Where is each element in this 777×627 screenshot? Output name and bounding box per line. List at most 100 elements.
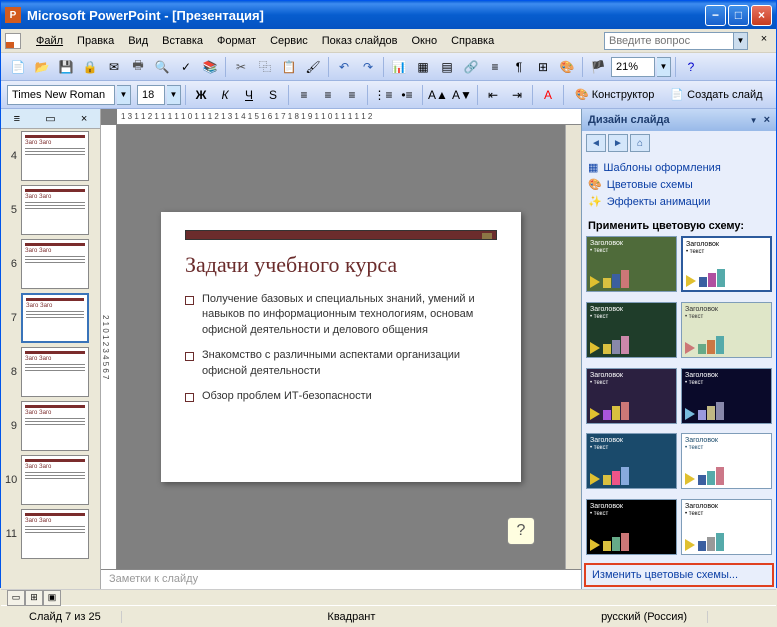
show-grid-button[interactable]: ⊞ [532,56,554,78]
color-scheme-item[interactable]: Заголовок • текст [586,236,677,292]
color-button[interactable]: 🎨 [556,56,578,78]
bullets-button[interactable]: •≡ [396,84,418,106]
align-right-button[interactable]: ≡ [341,84,363,106]
slide-bullet[interactable]: Знакомство с различными аспектами органи… [185,348,497,379]
insert-chart-button[interactable]: 📊 [388,56,410,78]
bold-button[interactable]: Ж [190,84,212,106]
thumbnail-row[interactable]: 6 Заго Заго [1,237,100,291]
help-bubble[interactable]: ? [507,517,535,545]
menu-slideshow[interactable]: Показ слайдов [315,32,405,50]
align-left-button[interactable]: ≡ [293,84,315,106]
link-color-schemes[interactable]: 🎨Цветовые схемы [588,176,770,193]
menu-format[interactable]: Формат [210,32,263,50]
increase-indent-button[interactable]: ⇥ [506,84,528,106]
color-scheme-item[interactable]: Заголовок • текст [681,499,772,555]
thumbnail[interactable]: Заго Заго [21,509,89,559]
italic-button[interactable]: К [214,84,236,106]
menu-window[interactable]: Окно [405,32,445,50]
color-scheme-item[interactable]: Заголовок • текст [586,499,677,555]
zoom-combo[interactable]: 21% [611,57,655,77]
maximize-button[interactable]: □ [728,5,749,26]
new-slide-button[interactable]: 📄 Создать слайд [663,84,769,106]
permission-button[interactable]: 🔒 [79,56,101,78]
flag-button[interactable]: 🏴 [587,56,609,78]
doc-close-button[interactable]: × [756,33,772,49]
designer-button[interactable]: 🎨 Конструктор [568,84,661,106]
research-button[interactable]: 📚 [199,56,221,78]
decrease-font-button[interactable]: A▼ [451,84,473,106]
save-button[interactable]: 💾 [55,56,77,78]
spelling-button[interactable]: ✓ [175,56,197,78]
thumbnail[interactable]: Заго Заго [21,185,89,235]
taskpane-close-icon[interactable]: × [764,114,770,126]
current-slide[interactable]: Задачи учебного курса Получение базовых … [161,212,521,482]
thumbnail-row[interactable]: 9 Заго Заго [1,399,100,453]
color-scheme-item[interactable]: Заголовок • текст [681,433,772,489]
notes-pane[interactable]: Заметки к слайду [101,569,581,589]
font-size-dropdown-icon[interactable]: ▼ [167,85,181,105]
show-formatting-button[interactable]: ¶ [508,56,530,78]
help-search-input[interactable] [604,32,734,50]
help-dropdown-icon[interactable]: ▼ [734,32,748,50]
nav-back-icon[interactable]: ◄ [586,134,606,152]
shadow-button[interactable]: S [262,84,284,106]
close-tabs-icon[interactable]: × [81,113,87,125]
color-scheme-item[interactable]: Заголовок • текст [681,302,772,358]
slideshow-view-button[interactable]: ▣ [43,590,61,606]
font-combo[interactable]: Times New Roman [7,85,115,105]
menu-help[interactable]: Справка [444,32,501,50]
thumbnail-row[interactable]: 7 Заго Заго [1,291,100,345]
thumbnail[interactable]: Заго Заго [21,347,89,397]
thumbnail-row[interactable]: 8 Заго Заго [1,345,100,399]
insert-table-button[interactable]: ▦ [412,56,434,78]
format-painter-button[interactable]: 🖌 [302,56,324,78]
outline-tab-icon[interactable]: ≡ [14,113,20,125]
thumbnail[interactable]: Заго Заго [21,401,89,451]
color-scheme-item[interactable]: Заголовок • текст [681,236,772,292]
close-button[interactable]: × [751,5,772,26]
edit-color-schemes-link[interactable]: Изменить цветовые схемы... [584,563,774,587]
thumbnail-row[interactable]: 4 Заго Заго [1,129,100,183]
expand-all-button[interactable]: ≡ [484,56,506,78]
link-templates[interactable]: ▦Шаблоны оформления [588,159,770,176]
font-dropdown-icon[interactable]: ▼ [117,85,131,105]
thumbnail-row[interactable]: 11 Заго Заго [1,507,100,561]
menu-insert[interactable]: Вставка [155,32,210,50]
email-button[interactable]: ✉ [103,56,125,78]
color-scheme-item[interactable]: Заголовок • текст [586,368,677,424]
color-scheme-item[interactable]: Заголовок • текст [586,302,677,358]
font-color-button[interactable]: A [537,84,559,106]
color-scheme-item[interactable]: Заголовок • текст [586,433,677,489]
insert-hyperlink-button[interactable]: 🔗 [460,56,482,78]
normal-view-button[interactable]: ▭ [7,590,25,606]
link-animation[interactable]: ✨Эффекты анимации [588,193,770,210]
menu-tools[interactable]: Сервис [263,32,315,50]
nav-home-icon[interactable]: ⌂ [630,134,650,152]
thumbnail[interactable]: Заго Заго [21,293,89,343]
copy-button[interactable]: ⿻ [254,56,276,78]
zoom-dropdown-icon[interactable]: ▼ [657,57,671,77]
minimize-button[interactable]: − [705,5,726,26]
sorter-view-button[interactable]: ⊞ [25,590,43,606]
nav-forward-icon[interactable]: ► [608,134,628,152]
undo-button[interactable]: ↶ [333,56,355,78]
font-size-combo[interactable]: 18 [137,85,165,105]
open-button[interactable]: 📂 [31,56,53,78]
paste-button[interactable]: 📋 [278,56,300,78]
slide-canvas[interactable]: Задачи учебного курса Получение базовых … [117,125,565,569]
cut-button[interactable]: ✂ [230,56,252,78]
menu-file[interactable]: Файл [29,32,70,50]
taskpane-dropdown-icon[interactable]: ▼ [750,116,758,125]
align-center-button[interactable]: ≡ [317,84,339,106]
decrease-indent-button[interactable]: ⇤ [482,84,504,106]
slide-title[interactable]: Задачи учебного курса [185,252,497,278]
underline-button[interactable]: Ч [238,84,260,106]
slide-bullet[interactable]: Обзор проблем ИТ-безопасности [185,389,497,404]
print-button[interactable]: 🖶 [127,56,149,78]
tables-borders-button[interactable]: ▤ [436,56,458,78]
increase-font-button[interactable]: A▲ [427,84,449,106]
redo-button[interactable]: ↷ [357,56,379,78]
thumbnail-row[interactable]: 10 Заго Заго [1,453,100,507]
color-scheme-item[interactable]: Заголовок • текст [681,368,772,424]
help-button[interactable]: ? [680,56,702,78]
